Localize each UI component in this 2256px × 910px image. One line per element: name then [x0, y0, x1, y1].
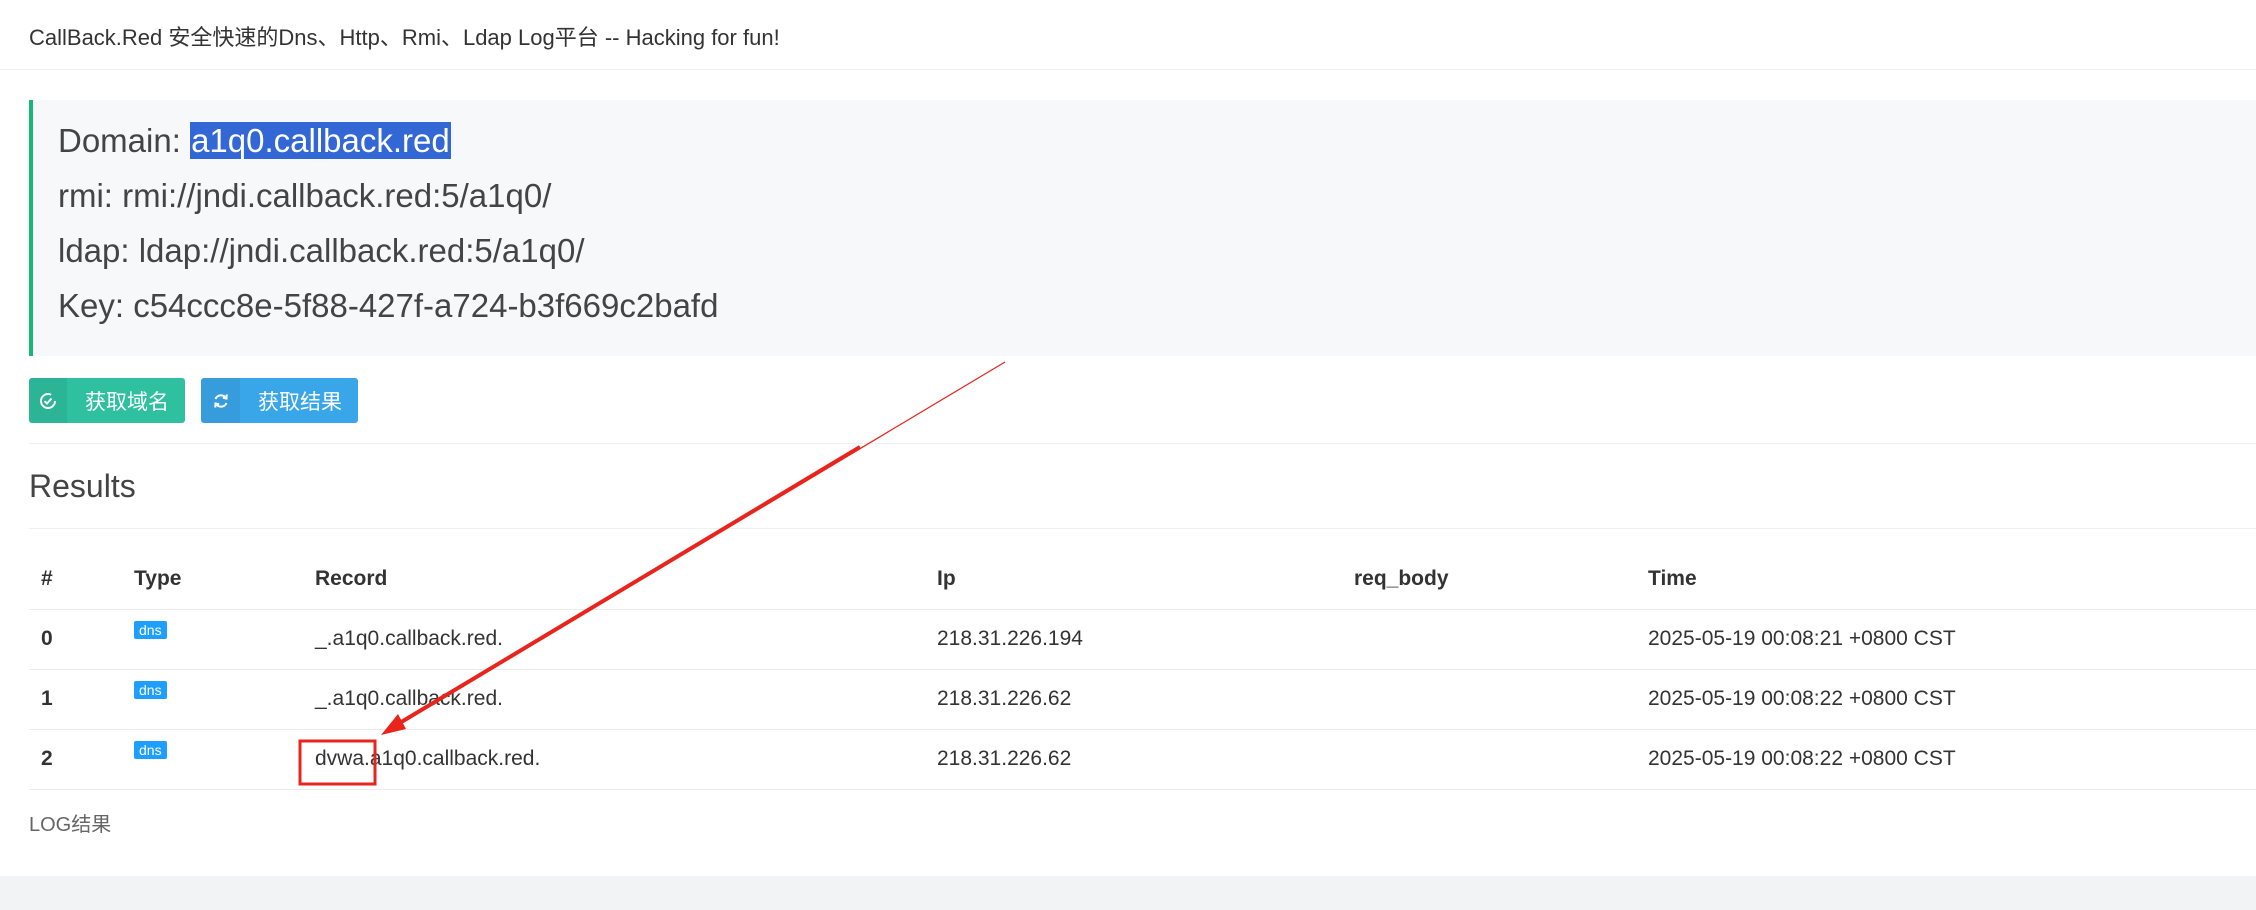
get-domain-label: 获取域名 [85, 390, 169, 414]
row-time: 2025-05-19 00:08:22 +0800 CST [1636, 729, 2256, 790]
type-badge: dns [134, 741, 167, 759]
row-type-cell: dns [122, 609, 303, 670]
row-record: _.a1q0.callback.red. [303, 609, 925, 670]
row-num: 0 [29, 609, 122, 670]
refresh-icon [201, 378, 240, 423]
type-badge: dns [134, 681, 167, 699]
row-req-body [1342, 609, 1636, 670]
header-divider [0, 69, 2256, 70]
results-title: Results [29, 468, 136, 504]
domain-label: Domain: [58, 122, 191, 159]
row-time: 2025-05-19 00:08:22 +0800 CST [1636, 669, 2256, 730]
log-result-text: LOG结果 [29, 814, 112, 836]
get-domain-button[interactable]: 获取域名 [29, 378, 185, 423]
column-header-type: Type [122, 550, 303, 610]
key-line[interactable]: Key: c54ccc8e-5f88-427f-a724-b3f669c2baf… [58, 285, 718, 327]
domain-info-box: Domain: a1q0.callback.red rmi: rmi://jnd… [29, 100, 2256, 356]
check-circle-icon [29, 378, 67, 423]
rmi-line[interactable]: rmi: rmi://jndi.callback.red:5/a1q0/ [58, 175, 551, 217]
row-num: 1 [29, 669, 122, 730]
row-ip: 218.31.226.62 [925, 669, 1342, 730]
row-type-cell: dns [122, 729, 303, 790]
row-record: _.a1q0.callback.red. [303, 669, 925, 730]
results-divider [29, 528, 2256, 529]
results-table: # Type Record Ip req_body Time 0 dns _.a… [29, 550, 2256, 790]
page-header-title: CallBack.Red 安全快速的Dns、Http、Rmi、Ldap Log平… [29, 25, 780, 50]
table-row: 0 dns _.a1q0.callback.red. 218.31.226.19… [29, 609, 2256, 670]
ldap-line[interactable]: ldap: ldap://jndi.callback.red:5/a1q0/ [58, 230, 585, 272]
row-record: dvwa.a1q0.callback.red. [303, 729, 925, 790]
row-time: 2025-05-19 00:08:21 +0800 CST [1636, 609, 2256, 670]
row-ip: 218.31.226.62 [925, 729, 1342, 790]
row-req-body [1342, 729, 1636, 790]
column-header-req-body: req_body [1342, 550, 1636, 610]
get-results-button[interactable]: 获取结果 [201, 378, 358, 423]
column-header-num: # [29, 550, 122, 610]
table-row: 2 dns dvwa.a1q0.callback.red. 218.31.226… [29, 729, 2256, 790]
main-card: CallBack.Red 安全快速的Dns、Http、Rmi、Ldap Log平… [0, 0, 2256, 876]
column-header-ip: Ip [925, 550, 1342, 610]
domain-line: Domain: a1q0.callback.red [58, 120, 451, 162]
row-type-cell: dns [122, 669, 303, 730]
domain-value[interactable]: a1q0.callback.red [190, 122, 451, 159]
type-badge: dns [134, 621, 167, 639]
table-header-row: # Type Record Ip req_body Time [29, 550, 2256, 610]
column-header-record: Record [303, 550, 925, 610]
column-header-time: Time [1636, 550, 2256, 610]
section-divider [29, 443, 2256, 444]
row-num: 2 [29, 729, 122, 790]
row-ip: 218.31.226.194 [925, 609, 1342, 670]
table-row: 1 dns _.a1q0.callback.red. 218.31.226.62… [29, 669, 2256, 730]
row-req-body [1342, 669, 1636, 730]
get-results-label: 获取结果 [258, 390, 342, 414]
